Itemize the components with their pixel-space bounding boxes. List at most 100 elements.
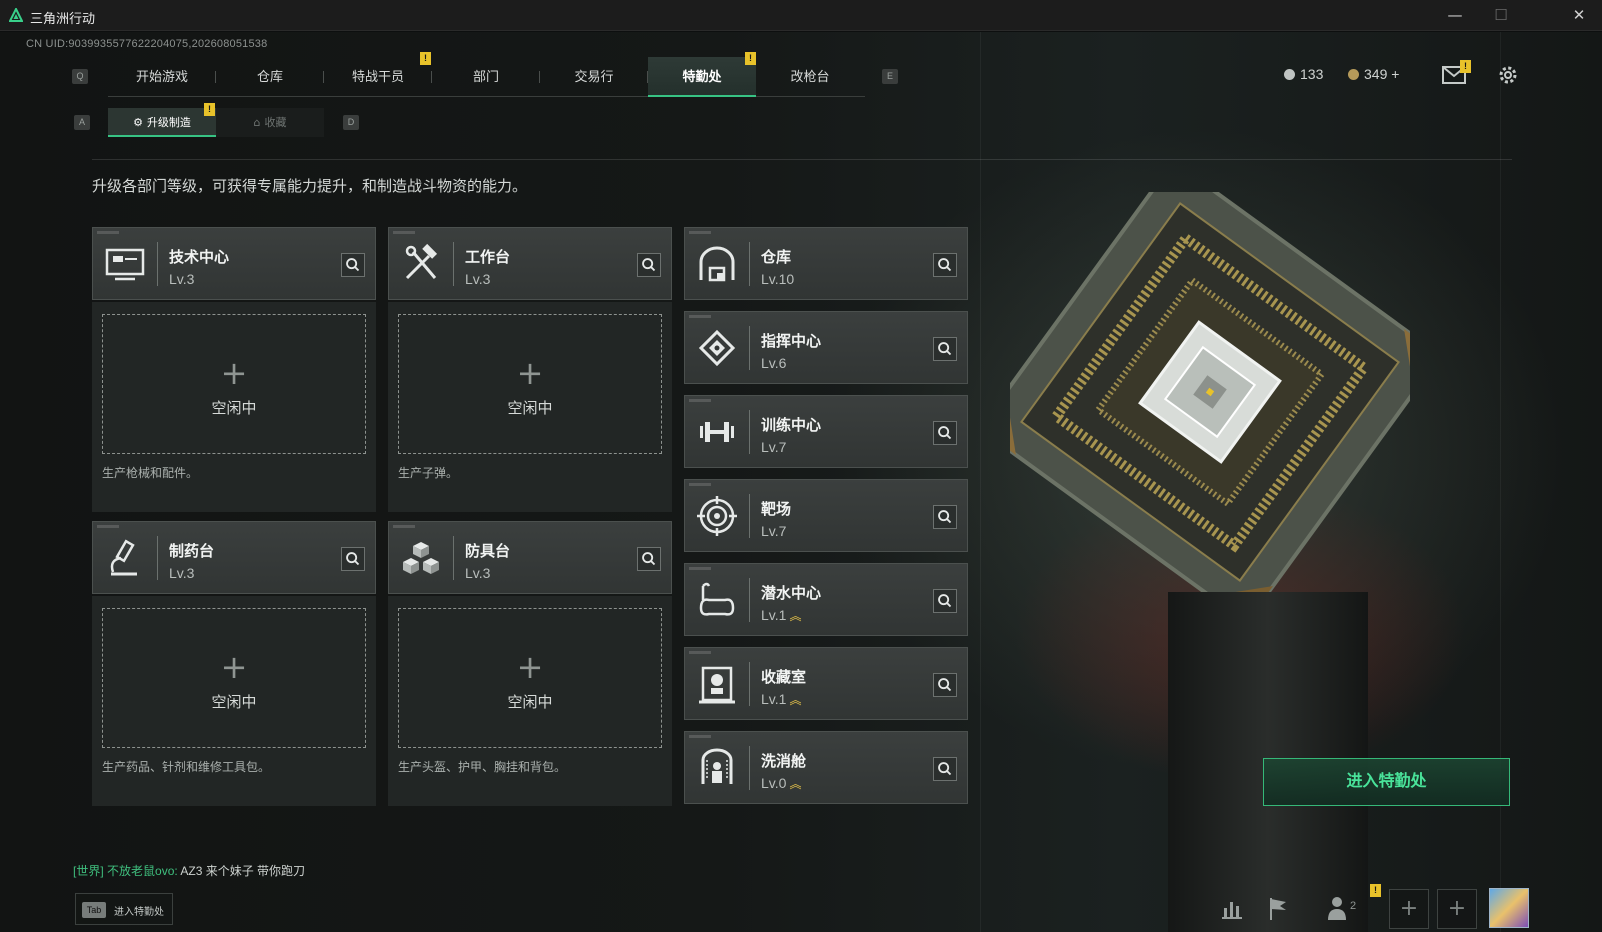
add-currency-button[interactable]: + — [1391, 66, 1399, 82]
department-name: 靶场 — [761, 501, 792, 518]
search-icon[interactable] — [933, 673, 957, 697]
subnav-key-a: A — [74, 115, 90, 130]
tab-operators[interactable]: 特战干员 — [324, 57, 432, 97]
search-icon[interactable] — [933, 253, 957, 277]
flag-icon[interactable] — [1258, 888, 1298, 928]
tab-warehouse[interactable]: 仓库 — [216, 57, 324, 97]
production-slot[interactable]: + 空闲中 — [102, 608, 366, 748]
dumbbell-icon — [700, 422, 734, 442]
search-icon[interactable] — [933, 505, 957, 529]
department-card-armor-bench[interactable]: 防具台 Lv.3 — [388, 521, 672, 594]
department-card-workbench[interactable]: 工作台 Lv.3 — [388, 227, 672, 300]
enter-special-ops-button[interactable]: 进入特勤处 — [1263, 758, 1510, 806]
department-name: 仓库 — [761, 249, 792, 266]
notification-badge: ! — [204, 103, 215, 116]
search-icon[interactable] — [933, 421, 957, 445]
production-slot[interactable]: + 空闲中 — [102, 314, 366, 454]
currency-a: 133 — [1284, 66, 1323, 82]
department-level: Lv.3 — [465, 565, 491, 581]
level-value: Lv.1 — [761, 607, 787, 623]
department-name: 洗消舱 — [761, 753, 807, 770]
department-card-collection-room[interactable]: 收藏室 Lv.1 ︽ — [684, 647, 968, 720]
level-value: Lv.1 — [761, 691, 787, 707]
level-value: Lv.0 — [761, 775, 787, 791]
close-button[interactable]: ✕ — [1556, 0, 1602, 31]
add-slot-icon: + — [220, 354, 248, 392]
upgrade-icon: ︽ — [789, 693, 802, 707]
tab-key: Tab — [82, 902, 106, 918]
search-icon[interactable] — [933, 337, 957, 361]
friends-count: 2 — [1350, 900, 1357, 912]
slot-status: 空闲中 — [507, 400, 553, 417]
department-level: Lv.1 ︽ — [761, 607, 801, 624]
tab-special-ops[interactable]: 特勤处 — [648, 57, 756, 97]
department-card-warehouse[interactable]: 仓库 Lv.10 — [684, 227, 968, 300]
level-value: Lv.7 — [761, 439, 787, 455]
tab-gunsmith[interactable]: 改枪台 — [756, 57, 864, 97]
production-slot[interactable]: + 空闲中 — [398, 314, 662, 454]
department-name: 训练中心 — [761, 417, 822, 434]
add-slot-button[interactable]: + — [1437, 889, 1477, 929]
divider-line — [92, 159, 1512, 160]
production-note: 生产药品、针剂和维修工具包。 — [102, 760, 271, 774]
app-logo-icon — [9, 8, 23, 22]
department-name: 技术中心 — [169, 249, 230, 266]
cubes-icon — [403, 542, 439, 574]
department-level: Lv.3 — [465, 271, 491, 287]
tab-label: 开始游戏 — [135, 69, 188, 84]
slot-status: 空闲中 — [211, 694, 257, 711]
tab-label: 特战干员 — [351, 69, 404, 84]
add-slot-icon: + — [516, 648, 544, 686]
tab-start-game[interactable]: 开始游戏 — [108, 57, 216, 97]
settings-gear-icon[interactable] — [1497, 64, 1519, 86]
window-title: 三角洲行动 — [30, 11, 96, 26]
department-level: Lv.7 — [761, 439, 789, 455]
department-level: Lv.7 — [761, 523, 789, 539]
production-slot[interactable]: + 空闲中 — [398, 608, 662, 748]
department-card-command-center[interactable]: 指挥中心 Lv.6 — [684, 311, 968, 384]
department-card-training-center[interactable]: 训练中心 Lv.7 — [684, 395, 968, 468]
production-note: 生产枪械和配件。 — [102, 466, 199, 480]
search-icon[interactable] — [637, 253, 661, 277]
player-avatar[interactable] — [1489, 888, 1529, 928]
notification-badge: ! — [1460, 60, 1471, 73]
notification-badge: ! — [745, 52, 756, 65]
level-value: Lv.6 — [761, 355, 787, 371]
silver-coin-icon — [1284, 69, 1295, 80]
chat-channel: [世界] — [73, 864, 104, 878]
department-level: Lv.3 — [169, 271, 195, 287]
production-panel-tech-center: + 空闲中 生产枪械和配件。 — [92, 302, 376, 512]
department-level: Lv.6 — [761, 355, 789, 371]
search-icon[interactable] — [933, 589, 957, 613]
tab-label: 部门 — [472, 69, 499, 84]
upgrade-icon: ︽ — [789, 609, 802, 623]
department-name: 指挥中心 — [761, 333, 822, 350]
subtab-upgrade-craft[interactable]: ⚙ 升级制造 — [108, 108, 216, 137]
search-icon[interactable] — [933, 757, 957, 781]
search-icon[interactable] — [341, 253, 365, 277]
subtab-label: 升级制造 — [146, 117, 191, 129]
stats-chart-icon[interactable] — [1212, 888, 1252, 928]
search-icon[interactable] — [637, 547, 661, 571]
department-card-diving-center[interactable]: 潜水中心 Lv.1 ︽ — [684, 563, 968, 636]
department-card-decon-chamber[interactable]: 洗消舱 Lv.0 ︽ — [684, 731, 968, 804]
subtab-collection[interactable]: ⌂ 收藏 — [216, 108, 324, 137]
tab-label: 改枪台 — [790, 69, 830, 84]
subtab-label: 收藏 — [264, 117, 287, 129]
tab-label: 特勤处 — [682, 69, 722, 84]
department-name: 工作台 — [465, 249, 511, 266]
department-card-pharmacy[interactable]: 制药台 Lv.3 — [92, 521, 376, 594]
add-slot-button[interactable]: + — [1389, 889, 1429, 929]
department-card-shooting-range[interactable]: 靶场 Lv.7 — [684, 479, 968, 552]
department-card-tech-center[interactable]: 技术中心 Lv.3 — [92, 227, 376, 300]
tab-trading[interactable]: 交易行 — [540, 57, 648, 97]
tab-department[interactable]: 部门 — [432, 57, 540, 97]
maximize-button[interactable]: ☐ — [1478, 0, 1524, 31]
monitor-icon — [105, 248, 145, 281]
search-icon[interactable] — [341, 547, 365, 571]
tab-hint-button[interactable]: Tab 进入特勤处 — [75, 893, 173, 925]
nav-key-e: E — [882, 69, 898, 84]
slot-status: 空闲中 — [507, 694, 553, 711]
minimize-button[interactable]: — — [1432, 0, 1478, 31]
world-chat-line[interactable]: [世界] 不放老鼠ovo: AZ3 来个妹子 带你跑刀 — [73, 862, 305, 879]
